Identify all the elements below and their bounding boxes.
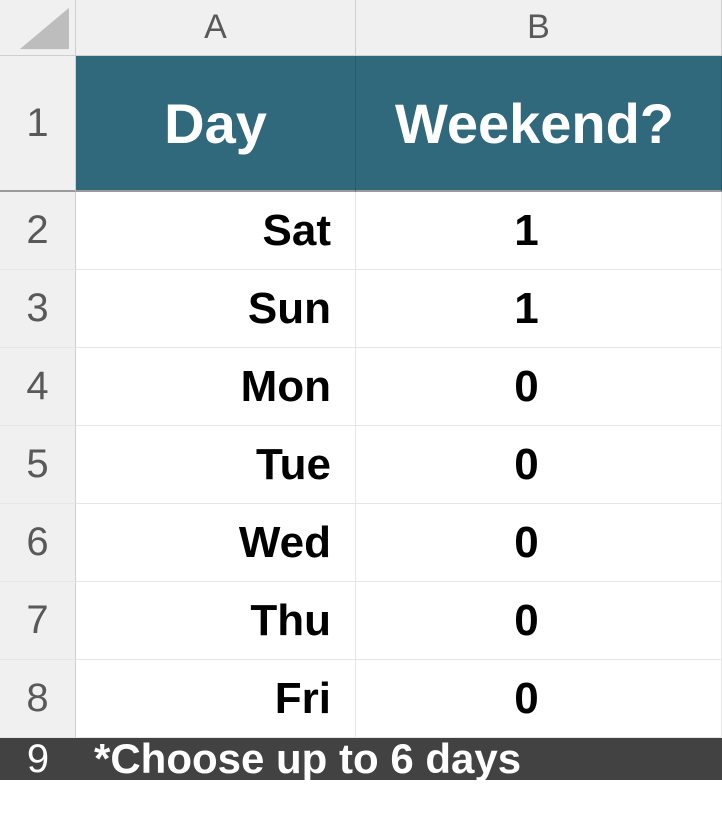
select-all-corner[interactable] xyxy=(0,0,76,56)
cell-a7[interactable]: Thu xyxy=(76,582,356,660)
column-header-a[interactable]: A xyxy=(76,0,356,56)
day-value: Thu xyxy=(250,596,331,646)
cell-b7[interactable]: 0 xyxy=(356,582,722,660)
row-header-7[interactable]: 7 xyxy=(0,582,76,660)
cell-b4[interactable]: 0 xyxy=(356,348,722,426)
cell-b6[interactable]: 0 xyxy=(356,504,722,582)
cell-b3[interactable]: 1 xyxy=(356,270,722,348)
table-header-day: Day xyxy=(164,91,267,156)
column-header-label: B xyxy=(527,8,550,47)
cell-a2[interactable]: Sat xyxy=(76,192,356,270)
column-header-label: A xyxy=(204,8,227,47)
row-header-8[interactable]: 8 xyxy=(0,660,76,738)
table-header-weekend: Weekend? xyxy=(395,91,674,156)
cell-a1[interactable]: Day xyxy=(76,56,356,192)
row-header-label: 5 xyxy=(26,442,48,487)
cell-a5[interactable]: Tue xyxy=(76,426,356,504)
row-header-label: 4 xyxy=(26,364,48,409)
cell-b2[interactable]: 1 xyxy=(356,192,722,270)
cell-b8[interactable]: 0 xyxy=(356,660,722,738)
spreadsheet-grid: A B 1 Day Weekend? 2 Sat 1 3 Sun 1 4 Mon… xyxy=(0,0,722,780)
row-header-label: 2 xyxy=(26,208,48,253)
footer-note: *Choose up to 6 days xyxy=(94,735,521,783)
column-header-b[interactable]: B xyxy=(356,0,722,56)
row-header-1[interactable]: 1 xyxy=(0,56,76,192)
cell-a3[interactable]: Sun xyxy=(76,270,356,348)
row-header-6[interactable]: 6 xyxy=(0,504,76,582)
day-value: Tue xyxy=(256,440,331,490)
cell-a9-b9-merged[interactable]: *Choose up to 6 days xyxy=(76,738,722,780)
row-header-label: 7 xyxy=(26,598,48,643)
cell-b1[interactable]: Weekend? xyxy=(356,56,722,192)
weekend-value: 1 xyxy=(514,206,538,256)
row-header-label: 6 xyxy=(26,520,48,565)
day-value: Wed xyxy=(239,518,331,568)
select-all-triangle-icon xyxy=(0,0,75,55)
row-header-9[interactable]: 9 xyxy=(0,738,76,780)
day-value: Fri xyxy=(275,674,331,724)
day-value: Sat xyxy=(263,206,331,256)
cell-a8[interactable]: Fri xyxy=(76,660,356,738)
cell-a4[interactable]: Mon xyxy=(76,348,356,426)
weekend-value: 0 xyxy=(514,596,538,646)
day-value: Mon xyxy=(241,362,331,412)
row-header-label: 3 xyxy=(26,286,48,331)
day-value: Sun xyxy=(248,284,331,334)
row-header-label: 9 xyxy=(27,737,49,782)
row-header-label: 1 xyxy=(26,101,48,146)
weekend-value: 0 xyxy=(514,362,538,412)
row-header-3[interactable]: 3 xyxy=(0,270,76,348)
row-header-label: 8 xyxy=(26,676,48,721)
weekend-value: 0 xyxy=(514,440,538,490)
row-header-4[interactable]: 4 xyxy=(0,348,76,426)
row-header-2[interactable]: 2 xyxy=(0,192,76,270)
weekend-value: 1 xyxy=(514,284,538,334)
weekend-value: 0 xyxy=(514,518,538,568)
row-header-5[interactable]: 5 xyxy=(0,426,76,504)
weekend-value: 0 xyxy=(514,674,538,724)
cell-b5[interactable]: 0 xyxy=(356,426,722,504)
cell-a6[interactable]: Wed xyxy=(76,504,356,582)
